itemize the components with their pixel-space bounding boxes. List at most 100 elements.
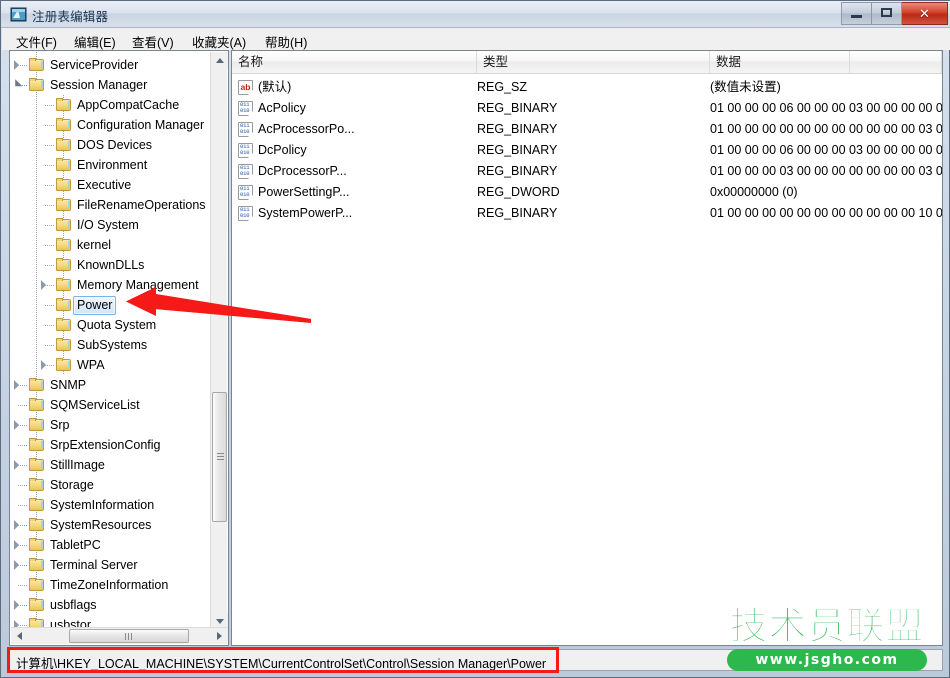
hscroll-thumb-grip — [125, 633, 133, 640]
tree-item-i-o-system[interactable]: I/O System — [11, 215, 207, 235]
folder-icon — [56, 318, 72, 332]
expand-triangle-icon[interactable] — [12, 520, 22, 530]
horizontal-scroll-thumb[interactable] — [69, 629, 189, 643]
tree-item-configuration-manager[interactable]: Configuration Manager — [11, 115, 207, 135]
folder-icon — [56, 218, 72, 232]
menu-item-1[interactable]: 编辑(E) — [70, 31, 120, 52]
expand-triangle-icon[interactable] — [12, 540, 22, 550]
tree-item-label: FileRenameOperations — [77, 198, 206, 212]
tree-item-terminal-server[interactable]: Terminal Server — [11, 555, 207, 575]
tree-item-session-manager[interactable]: Session Manager — [11, 75, 207, 95]
value-row[interactable]: 011 010 PowerSettingP... REG_DWORD 0x0000000… — [232, 182, 942, 203]
value-row[interactable]: 011 010 DcPolicy REG_BINARY 01 00 00 00 06 0… — [232, 140, 942, 161]
expand-triangle-icon[interactable] — [12, 60, 22, 70]
tree-item-label: StillImage — [50, 458, 105, 472]
column-header-2[interactable]: 数据 — [710, 51, 850, 73]
tree-item-label: Environment — [77, 158, 148, 172]
tree-item-stillimage[interactable]: StillImage — [11, 455, 207, 475]
expand-triangle-icon[interactable] — [39, 280, 49, 290]
tree-horizontal-scrollbar[interactable] — [11, 627, 228, 644]
tree-item-environment[interactable]: Environment — [11, 155, 207, 175]
tree-item-systemresources[interactable]: SystemResources — [11, 515, 207, 535]
tree-item-tabletpc[interactable]: TabletPC — [11, 535, 207, 555]
tree-item-systeminformation[interactable]: SystemInformation — [11, 495, 207, 515]
registry-tree-panel: ServiceProvider Session Manager AppCompatC… — [9, 50, 229, 646]
registry-values-panel: 名称 类型 数据 ab (默认) REG_SZ (数值未设置) 011 010 AcPolicy… — [231, 50, 943, 646]
expand-triangle-icon[interactable] — [12, 420, 22, 430]
tree-item-srpextensionconfig[interactable]: SrpExtensionConfig — [11, 435, 207, 455]
folder-icon — [29, 538, 45, 552]
value-row[interactable]: 011 010 DcProcessorP... REG_BINARY 01 00 00 … — [232, 161, 942, 182]
window-title: 注册表编辑器 — [32, 10, 109, 24]
expand-triangle-icon[interactable] — [12, 460, 22, 470]
value-row[interactable]: 011 010 AcProcessorPo... REG_BINARY 01 00 00… — [232, 119, 942, 140]
string-value-icon: ab — [238, 80, 253, 95]
column-header-3[interactable] — [850, 51, 942, 73]
status-bar: 计算机\HKEY_LOCAL_MACHINE\SYSTEM\CurrentCon… — [9, 649, 943, 671]
tree-item-serviceprovider[interactable]: ServiceProvider — [11, 55, 207, 75]
tree-item-label: DOS Devices — [77, 138, 153, 152]
tree-item-quota-system[interactable]: Quota System — [11, 315, 207, 335]
expand-triangle-icon[interactable] — [12, 380, 22, 390]
value-row[interactable]: 011 010 AcPolicy REG_BINARY 01 00 00 00 06 0… — [232, 98, 942, 119]
tree-item-kernel[interactable]: kernel — [11, 235, 207, 255]
folder-icon — [56, 178, 72, 192]
tree-item-memory-management[interactable]: Memory Management — [11, 275, 207, 295]
folder-icon — [29, 478, 45, 492]
close-icon: ✕ — [919, 6, 930, 21]
folder-icon — [29, 78, 45, 92]
expand-triangle-icon[interactable] — [12, 560, 22, 570]
tree-item-sqmservicelist[interactable]: SQMServiceList — [11, 395, 207, 415]
tree-connector — [45, 305, 54, 306]
column-header-0[interactable]: 名称 — [232, 51, 477, 73]
column-header-1[interactable]: 类型 — [477, 51, 710, 73]
tree-item-subsystems[interactable]: SubSystems — [11, 335, 207, 355]
tree-item-label: kernel — [77, 238, 112, 252]
tree-connector — [45, 185, 54, 186]
folder-icon — [29, 378, 45, 392]
expand-triangle-icon[interactable] — [12, 600, 22, 610]
menu-item-4[interactable]: 帮助(H) — [261, 31, 311, 52]
tree-item-dos-devices[interactable]: DOS Devices — [11, 135, 207, 155]
menu-item-0[interactable]: 文件(F) — [12, 31, 61, 52]
collapse-triangle-icon[interactable] — [12, 80, 22, 90]
scroll-up-button[interactable] — [211, 52, 228, 69]
tree-item-label: Srp — [50, 418, 70, 432]
minimize-button[interactable] — [841, 2, 872, 25]
registry-editor-icon — [10, 7, 27, 22]
tree-connector — [45, 245, 54, 246]
value-row[interactable]: ab (默认) REG_SZ (数值未设置) — [232, 77, 942, 98]
tree-item-label: SystemResources — [50, 518, 152, 532]
tree-item-filerenameoperations[interactable]: FileRenameOperations — [11, 195, 207, 215]
tree-item-usbflags[interactable]: usbflags — [11, 595, 207, 615]
vertical-scroll-thumb[interactable] — [212, 392, 227, 522]
tree-item-appcompatcache[interactable]: AppCompatCache — [11, 95, 207, 115]
folder-icon — [29, 518, 45, 532]
tree-connector — [18, 485, 27, 486]
scroll-left-button[interactable] — [11, 628, 28, 644]
tree-item-snmp[interactable]: SNMP — [11, 375, 207, 395]
tree-item-storage[interactable]: Storage — [11, 475, 207, 495]
menu-item-3[interactable]: 收藏夹(A) — [188, 31, 250, 52]
tree-item-power[interactable]: Power — [11, 295, 207, 315]
tree-vertical-scrollbar[interactable] — [210, 52, 228, 630]
value-type: REG_SZ — [477, 80, 528, 94]
value-row[interactable]: 011 010 SystemPowerP... REG_BINARY 01 00 00 … — [232, 203, 942, 224]
maximize-icon — [881, 8, 892, 17]
expand-triangle-icon[interactable] — [39, 360, 49, 370]
maximize-button[interactable] — [872, 2, 902, 25]
menu-item-2[interactable]: 查看(V) — [128, 31, 178, 52]
tree-item-srp[interactable]: Srp — [11, 415, 207, 435]
binary-value-icon: 011 010 — [238, 143, 253, 158]
binary-value-icon: 011 010 — [238, 164, 253, 179]
folder-icon — [56, 138, 72, 152]
tree-item-label: Memory Management — [77, 278, 199, 292]
tree-item-knowndlls[interactable]: KnownDLLs — [11, 255, 207, 275]
close-button[interactable]: ✕ — [902, 2, 948, 25]
tree-item-label: Executive — [77, 178, 132, 192]
tree-item-label: TabletPC — [50, 538, 101, 552]
scroll-right-button[interactable] — [211, 628, 228, 644]
tree-item-wpa[interactable]: WPA — [11, 355, 207, 375]
tree-item-timezoneinformation[interactable]: TimeZoneInformation — [11, 575, 207, 595]
tree-item-executive[interactable]: Executive — [11, 175, 207, 195]
